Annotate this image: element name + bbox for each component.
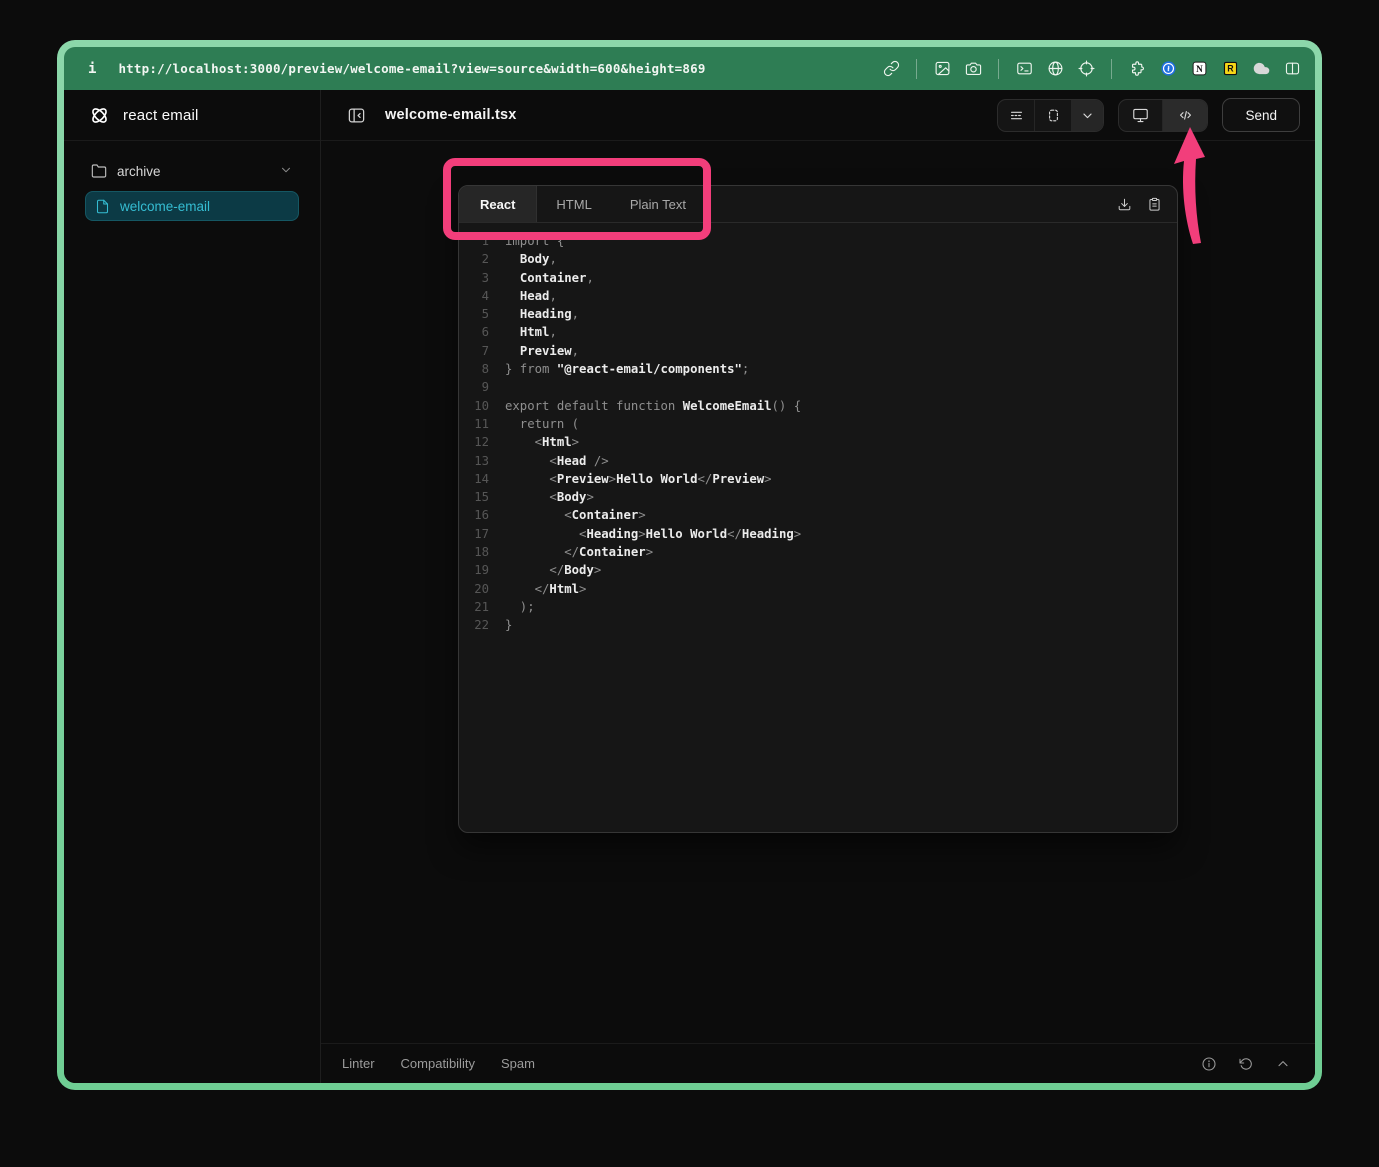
toolbar-divider [998,59,999,79]
bottom-tab-compatibility[interactable]: Compatibility [401,1056,475,1071]
sidebar-item-welcome-email[interactable]: welcome-email [85,191,299,221]
main-header: welcome-email.tsx [321,90,1315,141]
toolbar-divider [916,59,917,79]
main-panel: welcome-email.tsx [321,90,1315,1083]
viewport-dropdown-button[interactable] [1072,100,1103,131]
code-tabbar: React HTML Plain Text [459,186,1177,223]
copy-clipboard-icon[interactable] [1147,197,1162,212]
send-button[interactable]: Send [1222,98,1300,132]
code-line: 5 Heading, [459,305,1177,323]
camera-icon[interactable] [964,60,982,78]
terminal-icon[interactable] [1015,60,1033,78]
bottom-tab-linter[interactable]: Linter [342,1056,375,1071]
code-line: 22} [459,616,1177,634]
tab-react[interactable]: React [459,186,537,222]
split-view-icon[interactable] [1283,60,1301,78]
desktop-view-icon [1132,107,1149,124]
refresh-ccw-icon[interactable] [1238,1056,1254,1072]
code-line: 12 <Html> [459,433,1177,451]
bottom-bar: Linter Compatibility Spam [321,1043,1315,1083]
tab-html[interactable]: HTML [537,186,610,222]
brand-name: react email [123,107,199,124]
browser-url-bar[interactable]: i http://localhost:3000/preview/welcome-… [64,47,1315,90]
code-line: 19 </Body> [459,561,1177,579]
email-list: archive welcome-email [64,141,320,237]
code-line: 16 <Container> [459,506,1177,524]
code-lines[interactable]: 1import {2 Body,3 Container,4 Head,5 Hea… [459,223,1177,644]
cloud-icon[interactable] [1252,60,1270,78]
view-mode-toggle [1118,99,1208,132]
code-line: 9 [459,378,1177,396]
react-email-app: react email archive welcome-email [64,90,1315,1083]
bottom-tab-spam[interactable]: Spam [501,1056,535,1071]
sidebar-header: react email [64,90,320,141]
code-line: 20 </Html> [459,580,1177,598]
onepassword-icon[interactable] [1159,60,1177,78]
bottom-bar-actions [1201,1056,1291,1072]
code-line: 6 Html, [459,323,1177,341]
tab-plain-text[interactable]: Plain Text [611,186,705,222]
code-line: 7 Preview, [459,342,1177,360]
globe-icon[interactable] [1046,60,1064,78]
code-line: 2 Body, [459,250,1177,268]
browser-window: i http://localhost:3000/preview/welcome-… [57,40,1322,1090]
viewport-size-controls [997,99,1104,132]
file-icon [95,199,110,214]
react-email-knot-icon [88,104,111,127]
r-extension-icon[interactable]: R [1221,60,1239,78]
sidebar-item-archive[interactable]: archive [85,157,299,185]
code-line: 3 Container, [459,269,1177,287]
folder-icon [91,163,107,179]
code-line: 10export default function WelcomeEmail()… [459,397,1177,415]
code-line: 1import { [459,232,1177,250]
code-line: 14 <Preview>Hello World</Preview> [459,470,1177,488]
code-view-icon [1177,107,1194,124]
info-icon[interactable] [1201,1056,1217,1072]
browser-toolbar: N R [882,59,1301,79]
download-icon[interactable] [1117,197,1132,212]
desktop-view-button[interactable] [1119,100,1163,131]
collapse-sidebar-icon[interactable] [343,102,369,128]
code-view-button[interactable] [1163,100,1207,131]
code-line: 18 </Container> [459,543,1177,561]
chevron-down-icon[interactable] [279,163,293,180]
crosshair-icon[interactable] [1077,60,1095,78]
folder-label: archive [117,164,161,179]
viewport-width-button[interactable] [998,100,1035,131]
email-item-label: welcome-email [120,199,210,214]
content-area: React HTML Plain Text 1import {2 Body,3 … [321,141,1315,1043]
notion-icon[interactable]: N [1190,60,1208,78]
page-info-icon[interactable]: i [88,61,96,77]
link-icon[interactable] [882,60,900,78]
svg-text:N: N [1196,64,1203,74]
code-line: 17 <Heading>Hello World</Heading> [459,525,1177,543]
image-icon[interactable] [933,60,951,78]
code-line: 13 <Head /> [459,452,1177,470]
sidebar: react email archive welcome-email [64,90,321,1083]
chevron-up-icon[interactable] [1275,1056,1291,1072]
code-line: 8} from "@react-email/components"; [459,360,1177,378]
viewport-frame-icon [1045,107,1062,124]
code-line: 15 <Body> [459,488,1177,506]
code-line: 4 Head, [459,287,1177,305]
toolbar-divider [1111,59,1112,79]
code-line: 11 return ( [459,415,1177,433]
viewport-frame-button[interactable] [1035,100,1072,131]
extensions-puzzle-icon[interactable] [1128,60,1146,78]
code-line: 21 ); [459,598,1177,616]
chevron-down-icon [1079,107,1096,124]
viewport-width-icon [1008,107,1025,124]
url-text[interactable]: http://localhost:3000/preview/welcome-em… [118,61,705,76]
code-actions [1117,186,1177,222]
page-title: welcome-email.tsx [385,107,517,123]
header-controls: Send [997,98,1300,132]
svg-text:R: R [1227,64,1234,74]
source-code-panel: React HTML Plain Text 1import {2 Body,3 … [458,185,1178,833]
